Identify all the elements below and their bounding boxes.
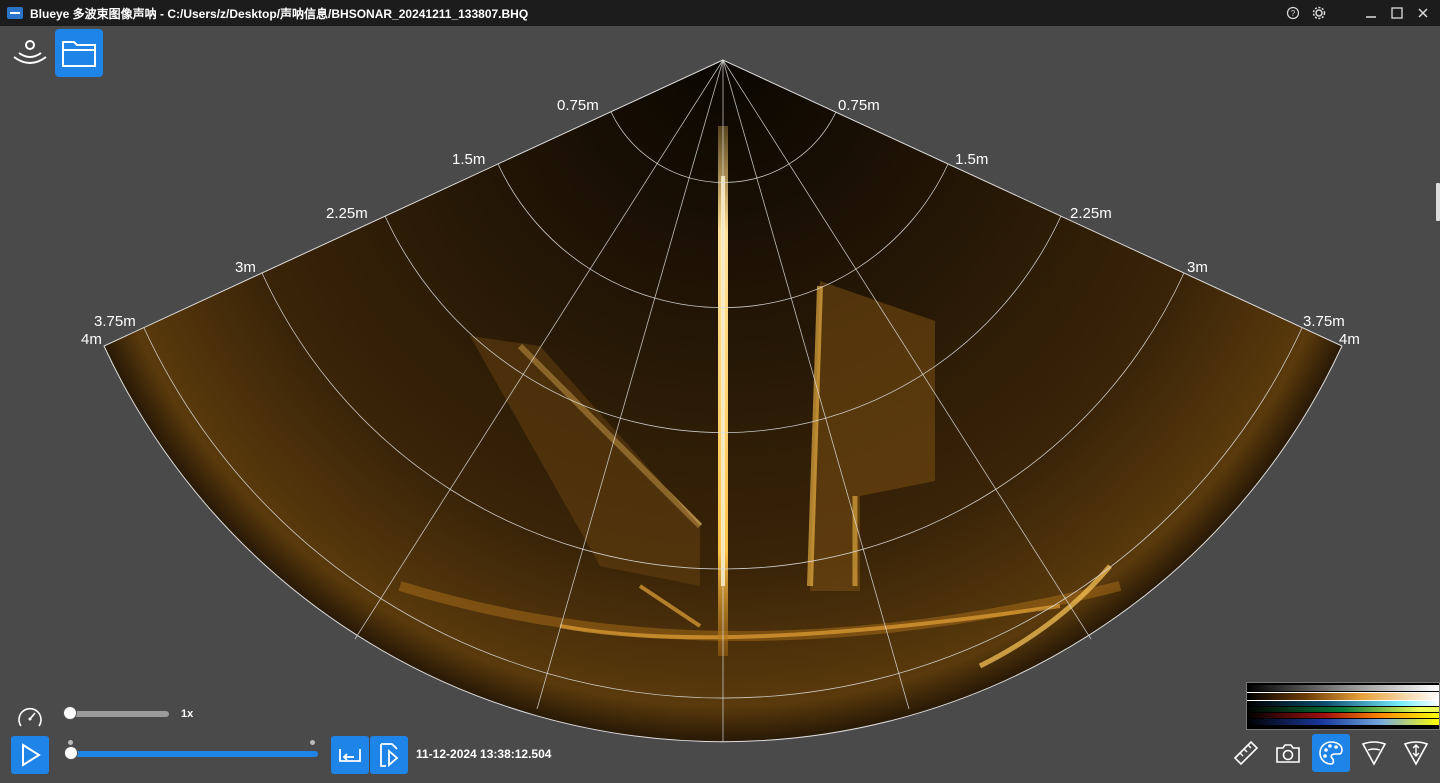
range-label: 3.75m [1303,313,1345,330]
timeline-slider[interactable] [64,740,318,760]
color-palette-preview[interactable] [1246,682,1440,730]
range-label: 3m [1187,259,1208,276]
title-bar: Blueye 多波束图像声呐 - C:/Users/z/Desktop/声呐信息… [0,0,1440,26]
settings-icon[interactable] [1310,4,1328,22]
range-label: 2.25m [1070,205,1112,222]
ruler-button[interactable] [1227,734,1265,772]
svg-text:?: ? [1291,9,1296,18]
folder-icon [62,41,96,67]
sonar-wave-icon [13,40,47,64]
maximize-icon[interactable] [1388,4,1406,22]
range-label: 0.75m [838,97,880,114]
speedometer-icon [16,704,44,732]
open-file-button[interactable] [55,29,103,77]
play-icon [22,743,41,767]
range-label: 3m [235,259,256,276]
frame-timestamp: 11-12-2024 13:38:12.504 [416,747,552,761]
ruler-icon [1233,740,1259,766]
sector-button[interactable] [1355,734,1393,772]
loop-button[interactable] [331,736,369,774]
sonar-viewport[interactable]: 0.75m 0.75m 1.5m 1.5m 2.25m 2.25m 3m 3m … [0,26,1440,783]
timeline-start-marker [68,740,73,745]
sector-icon [1361,741,1387,766]
side-panel-handle[interactable] [1436,183,1440,221]
window-title: Blueye 多波束图像声呐 - C:/Users/z/Desktop/声呐信息… [30,6,529,21]
range-button[interactable] [1397,734,1435,772]
help-icon[interactable]: ? [1284,4,1302,22]
range-label: 2.25m [326,205,368,222]
sonar-connect-button[interactable] [6,29,54,77]
snapshot-button[interactable] [1269,734,1307,772]
range-label: 1.5m [452,151,485,168]
palette-button[interactable] [1312,734,1350,772]
play-button[interactable] [11,736,49,774]
speed-slider-thumb[interactable] [63,706,77,720]
export-icon [380,743,399,767]
close-icon[interactable] [1414,4,1432,22]
max-range-label: 4m [1339,331,1360,348]
palette-icon [1319,741,1343,765]
speed-value: 1x [181,708,194,720]
speed-slider[interactable] [63,706,169,720]
range-label: 3.75m [94,313,136,330]
app-logo-icon [7,7,23,19]
camera-icon [1276,744,1300,763]
timeline-end-marker [310,740,315,745]
export-button[interactable] [370,736,408,774]
loop-icon [339,749,361,762]
timeline-thumb[interactable] [64,746,78,760]
range-label: 1.5m [955,151,988,168]
max-range-label: 4m [81,331,102,348]
range-label: 0.75m [557,97,599,114]
range-icon [1403,741,1429,766]
sonar-fan-image[interactable]: 0.75m 0.75m 1.5m 1.5m 2.25m 2.25m 3m 3m … [0,26,1440,783]
minimize-icon[interactable] [1362,4,1380,22]
